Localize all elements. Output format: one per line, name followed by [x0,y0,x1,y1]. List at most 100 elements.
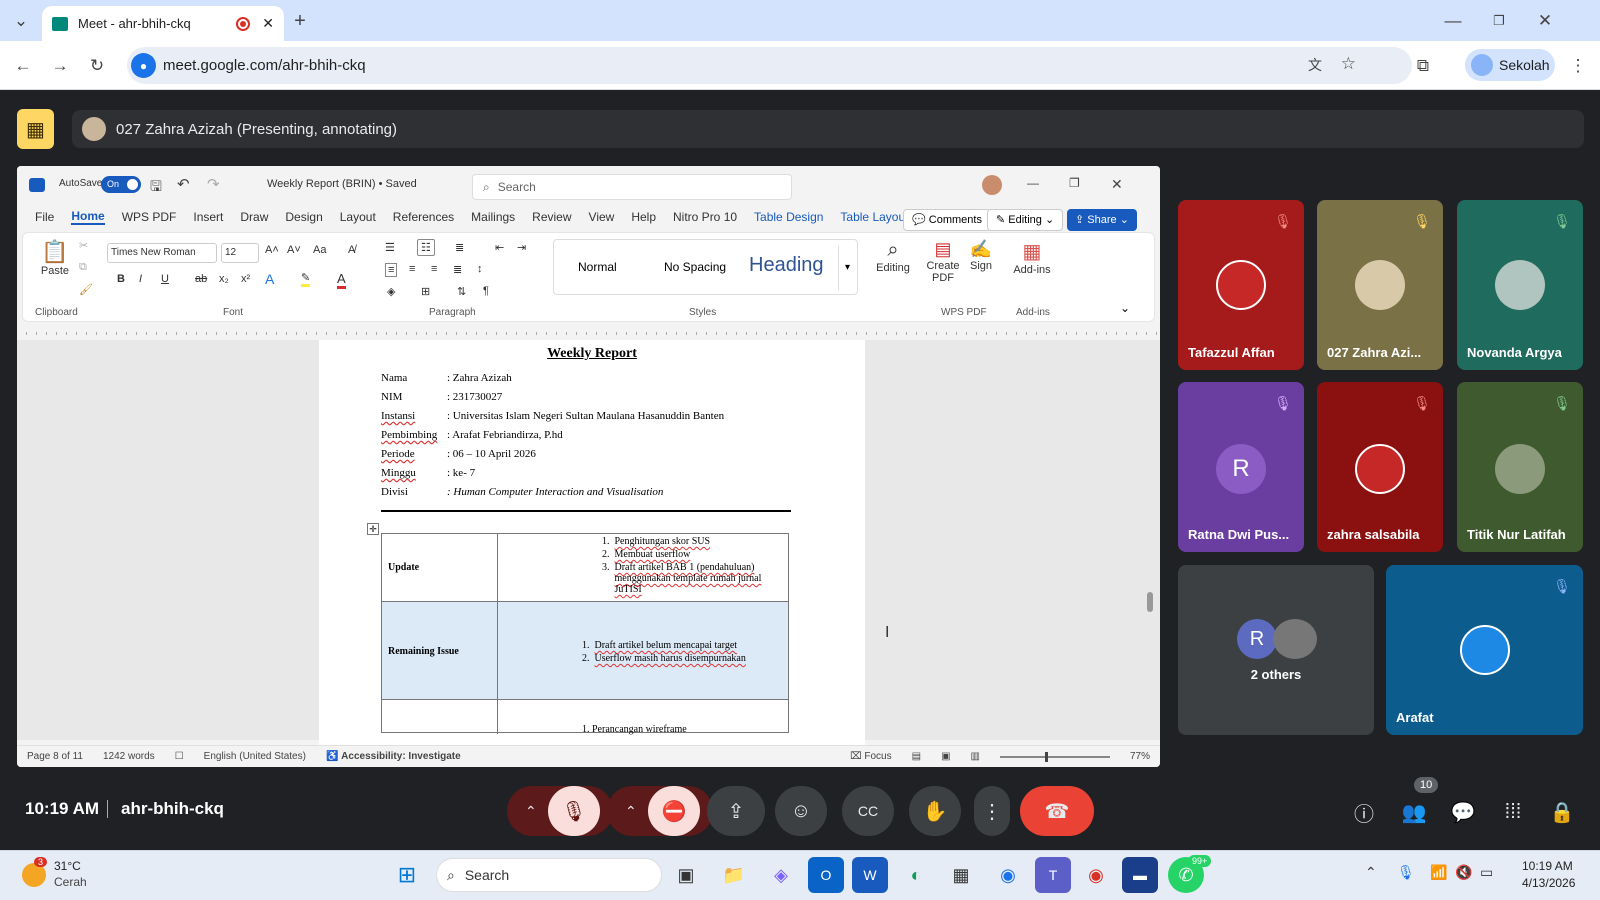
word-close-icon[interactable]: ✕ [1111,176,1123,193]
read-mode-icon[interactable]: ▤ [912,751,921,762]
word-minimize-icon[interactable]: — [1027,176,1039,190]
tab-home[interactable]: Home [71,209,105,225]
show-hidden-icons[interactable]: ⌃ [1365,864,1377,881]
tab-mailings[interactable]: Mailings [471,210,515,224]
weather-widget[interactable]: 3 31°C Cerah [22,857,112,893]
create-pdf-button[interactable]: ▤ Create PDF [923,239,963,284]
text-effects-icon[interactable]: A [265,271,274,287]
address-bar[interactable]: ● meet.google.com/ahr-bhih-ckq 文 ☆ [127,47,1412,84]
task-view-icon[interactable]: ▣ [668,857,704,893]
editing-mode-button[interactable]: ✎ Editing ⌄ [987,209,1064,231]
shading-icon[interactable]: ◈ [387,285,395,298]
tab-view[interactable]: View [589,210,615,224]
reactions-button[interactable]: ☺ [775,786,827,836]
numbering-icon[interactable]: ☷ [417,239,435,256]
accessibility-status[interactable]: ♿ Accessibility: Investigate [326,751,461,762]
battery-icon[interactable]: ▭ [1480,864,1493,881]
web-layout-icon[interactable]: ▥ [971,751,980,762]
align-center-icon[interactable]: ≡ [409,263,415,275]
clock-date[interactable]: 4/13/2026 [1522,876,1575,890]
microphone-icon[interactable]: 🎙 [1397,864,1415,881]
table-move-handle-icon[interactable]: ✛ [367,523,379,535]
avatar[interactable] [982,175,1002,195]
more-options-button[interactable]: ⋮ [974,786,1010,836]
volume-muted-icon[interactable]: 🔇 [1455,864,1472,881]
tab-nitro[interactable]: Nitro Pro 10 [673,210,737,224]
tab-wps-pdf[interactable]: WPS PDF [122,210,177,224]
superscript-icon[interactable]: x² [241,273,250,285]
justify-icon[interactable]: ≣ [453,263,462,276]
close-window-icon[interactable]: ✕ [1532,8,1558,34]
grow-font-icon[interactable]: A˄ [265,244,279,256]
style-normal[interactable]: Normal [578,260,617,274]
underline-icon[interactable]: U [161,273,169,285]
bookmark-star-icon[interactable]: ☆ [1341,54,1356,74]
vertical-scrollbar[interactable] [1147,342,1155,742]
document-page[interactable]: Weekly Report Nama: Zahra Azizah NIM: 23… [319,340,865,760]
word-icon[interactable]: W [852,857,888,893]
redo-icon[interactable]: ↷ [207,175,220,193]
strikethrough-icon[interactable]: ab [195,273,207,285]
editing-button[interactable]: ⌕ Editing [873,239,913,274]
print-layout-icon[interactable]: ▣ [941,751,950,762]
tab-list-chevron-icon[interactable]: ⌄ [8,8,34,34]
clear-format-icon[interactable]: A̸ [348,244,355,256]
browser-menu-icon[interactable]: ⋮ [1565,53,1591,79]
increase-indent-icon[interactable]: ⇥ [517,241,526,254]
ribbon-collapse-icon[interactable]: ⌄ [1120,301,1130,315]
camera-off-button[interactable]: ⛔ [648,786,700,836]
leave-call-button[interactable]: ☎ [1020,786,1094,836]
close-tab-icon[interactable]: ✕ [262,15,274,32]
copilot-icon[interactable]: ◈ [763,857,799,893]
app-icon[interactable]: ▬ [1122,857,1158,893]
participant-tile[interactable]: R 2 others [1178,565,1374,735]
styles-more-icon[interactable]: ▾ [838,246,856,290]
forward-icon[interactable]: → [47,53,73,79]
sort-icon[interactable]: ⇅ [457,285,466,298]
new-tab-icon[interactable]: + [287,8,313,34]
participant-tile[interactable]: 🎙 Tafazzul Affan [1178,200,1304,370]
extensions-icon[interactable]: ⧉ [1410,53,1436,79]
minimize-icon[interactable]: — [1440,8,1466,34]
back-icon[interactable]: ← [10,53,36,79]
subscript-icon[interactable]: x₂ [219,273,229,285]
proofing-icon[interactable]: ☐ [175,751,184,762]
activities-icon[interactable]: ⁞⁞⁞ [1499,798,1527,826]
change-case-icon[interactable]: Aa [313,244,326,256]
clock-time[interactable]: 10:19 AM [1522,859,1573,873]
undo-icon[interactable]: ↶ [177,175,190,193]
participant-tile[interactable]: 🎙 zahra salsabila [1317,382,1443,552]
tab-references[interactable]: References [393,210,454,224]
tab-table-design[interactable]: Table Design [754,210,823,224]
wifi-icon[interactable]: 📶 [1430,864,1447,881]
tab-insert[interactable]: Insert [193,210,223,224]
participant-tile[interactable]: 🎙 Titik Nur Latifah [1457,382,1583,552]
focus-button[interactable]: ⌧ Focus [850,751,892,762]
show-marks-icon[interactable]: ¶ [483,285,489,297]
font-color-icon[interactable]: A [337,271,346,289]
reload-icon[interactable]: ↻ [84,53,110,79]
italic-icon[interactable]: I [139,273,142,285]
mic-permission-icon[interactable]: ● [131,53,156,78]
outlook-icon[interactable]: O [808,857,844,893]
profile-button[interactable]: Sekolah [1465,49,1555,81]
restore-icon[interactable]: ❐ [1486,8,1512,34]
paste-button[interactable]: 📋 Paste [35,239,75,277]
meeting-info-icon[interactable]: ⓘ [1350,798,1378,826]
participant-tile[interactable]: R 🎙 Ratna Dwi Pus... [1178,382,1304,552]
participant-tile[interactable]: 🎙 Arafat [1386,565,1583,735]
style-heading[interactable]: Heading [749,254,824,277]
raise-hand-button[interactable]: ✋ [909,786,961,836]
highlight-icon[interactable]: ✎ [301,271,311,287]
translate-icon[interactable]: 文 [1308,55,1322,75]
taskbar-search[interactable]: ⌕ Search [436,858,662,892]
tab-draw[interactable]: Draw [240,210,268,224]
participant-tile[interactable]: 🎙 027 Zahra Azi... [1317,200,1443,370]
shrink-font-icon[interactable]: A˅ [287,244,301,256]
sign-button[interactable]: ✍ Sign [963,239,999,272]
tab-layout[interactable]: Layout [340,210,376,224]
doc-title[interactable]: Weekly Report (BRIN) • Saved [267,178,417,190]
word-count[interactable]: 1242 words [103,751,155,762]
tab-help[interactable]: Help [631,210,656,224]
people-icon[interactable]: 👥 [1400,798,1428,826]
